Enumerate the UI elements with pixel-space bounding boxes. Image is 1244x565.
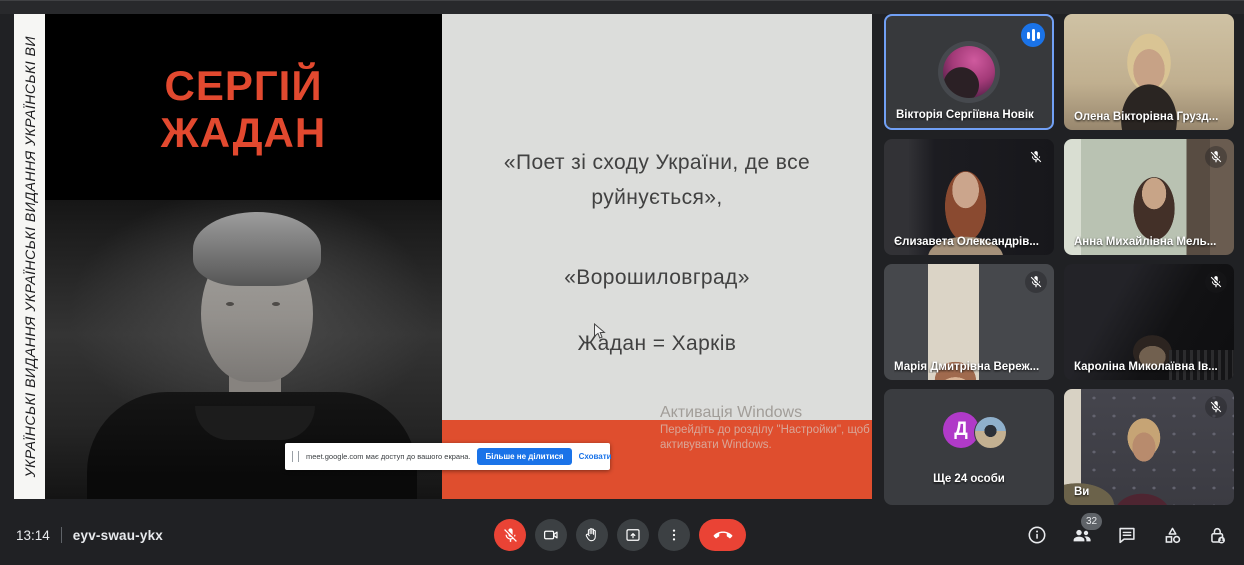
microphone-mute-button[interactable] bbox=[494, 519, 526, 551]
participant-name: Олена Вікторівна Грузд... bbox=[1074, 111, 1219, 123]
google-meet-window: УКРАЇНСЬКІ ВИДАННЯ УКРАЇНСЬКІ ВИДАННЯ УК… bbox=[0, 0, 1244, 565]
clock-time: 13:14 bbox=[16, 527, 50, 543]
more-options-button[interactable] bbox=[658, 519, 690, 551]
more-participants-label: Ще 24 особи bbox=[933, 473, 1005, 485]
camera-button[interactable] bbox=[535, 519, 567, 551]
participant-name: Вікторія Сергіївна Новік bbox=[896, 109, 1034, 121]
raise-hand-button[interactable] bbox=[576, 519, 608, 551]
participant-name: Єлизавета Олександрів... bbox=[894, 236, 1039, 248]
present-screen-icon bbox=[626, 529, 640, 541]
slide-side-strip: УКРАЇНСЬКІ ВИДАННЯ УКРАЇНСЬКІ ВИДАННЯ УК… bbox=[14, 14, 45, 499]
avatar bbox=[943, 46, 995, 98]
self-view-label: Ви bbox=[1074, 486, 1090, 498]
slide-left-panel: СЕРГІЙ ЖАДАН bbox=[45, 14, 442, 499]
meeting-details-button[interactable] bbox=[1023, 521, 1051, 549]
meeting-info: 13:14 eyv-swau-ykx bbox=[16, 527, 163, 543]
more-options-icon bbox=[672, 529, 676, 541]
audio-level-icon bbox=[1021, 23, 1045, 47]
slide-title-line1: СЕРГІЙ bbox=[164, 62, 323, 109]
mic-muted-icon bbox=[1025, 271, 1047, 293]
participant-tile[interactable]: Кароліна Миколаївна Ів... bbox=[1064, 264, 1234, 380]
call-end-icon bbox=[713, 531, 732, 539]
mouse-cursor-icon bbox=[593, 322, 606, 345]
chat-button[interactable] bbox=[1113, 521, 1141, 549]
participants-button[interactable]: 32 bbox=[1068, 513, 1102, 549]
meeting-panels-toolbar: 32 bbox=[1023, 513, 1231, 549]
camera-icon bbox=[544, 530, 558, 540]
mic-muted-icon bbox=[1205, 396, 1227, 418]
more-participants-tile[interactable]: Д Ще 24 особи bbox=[884, 389, 1054, 505]
stop-sharing-button[interactable]: Більше не ділитися bbox=[477, 448, 572, 465]
mic-muted-icon bbox=[1205, 146, 1227, 168]
window-top-strip bbox=[0, 0, 1244, 14]
activities-icon bbox=[1165, 527, 1180, 543]
meeting-code: eyv-swau-ykx bbox=[72, 527, 163, 543]
participant-name: Марія Дмитрівна Вереж... bbox=[894, 361, 1040, 373]
self-view-tile[interactable]: Ви bbox=[1064, 389, 1234, 505]
avatar bbox=[974, 416, 1007, 449]
slide-quote-3: Жадан = Харків bbox=[577, 332, 737, 355]
chat-icon bbox=[1119, 527, 1135, 544]
participants-count-badge: 32 bbox=[1081, 513, 1102, 530]
participant-name: Кароліна Миколаївна Ів... bbox=[1074, 361, 1218, 373]
host-controls-button[interactable] bbox=[1203, 521, 1231, 549]
divider bbox=[60, 527, 62, 543]
slide-title: СЕРГІЙ ЖАДАН bbox=[45, 62, 442, 156]
slide-quote-2: «Ворошиловград» bbox=[564, 266, 750, 289]
host-controls-lock-icon bbox=[1210, 527, 1225, 544]
hide-banner-link[interactable]: Сховати bbox=[579, 452, 612, 461]
drag-handle-icon[interactable] bbox=[292, 451, 299, 462]
mic-muted-icon bbox=[1205, 271, 1227, 293]
windows-activation-watermark: Активація Windows Перейдіть до розділу "… bbox=[660, 404, 870, 451]
present-screen-button[interactable] bbox=[617, 519, 649, 551]
call-controls bbox=[494, 519, 746, 551]
slide-side-text: УКРАЇНСЬКІ ВИДАННЯ УКРАЇНСЬКІ ВИДАННЯ УК… bbox=[21, 35, 38, 478]
participant-tile[interactable]: Анна Михайлівна Мель... bbox=[1064, 139, 1234, 255]
info-icon bbox=[1028, 526, 1046, 544]
mic-muted-icon bbox=[1025, 146, 1047, 168]
leave-call-button[interactable] bbox=[699, 519, 746, 551]
raise-hand-icon bbox=[585, 528, 596, 542]
screen-share-banner: meet.google.com має доступ до вашого екр… bbox=[285, 443, 612, 470]
activities-button[interactable] bbox=[1158, 521, 1186, 549]
slide-title-line2: ЖАДАН bbox=[160, 109, 327, 156]
share-banner-message: meet.google.com має доступ до вашого екр… bbox=[306, 452, 471, 461]
slide-right-panel: «Поет зі сходу України, де все руйнуєтьс… bbox=[442, 14, 872, 499]
participant-tile[interactable]: Олена Вікторівна Грузд... bbox=[1064, 14, 1234, 130]
participant-tile[interactable]: Єлизавета Олександрів... bbox=[884, 139, 1054, 255]
mic-muted-icon bbox=[503, 527, 517, 542]
slide-quote-1: «Поет зі сходу України, де все руйнуєтьс… bbox=[503, 151, 811, 209]
participant-tile-active-speaker[interactable]: Вікторія Сергіївна Новік bbox=[884, 14, 1054, 130]
participant-name: Анна Михайлівна Мель... bbox=[1074, 236, 1217, 248]
participant-tile[interactable]: Марія Дмитрівна Вереж... bbox=[884, 264, 1054, 380]
